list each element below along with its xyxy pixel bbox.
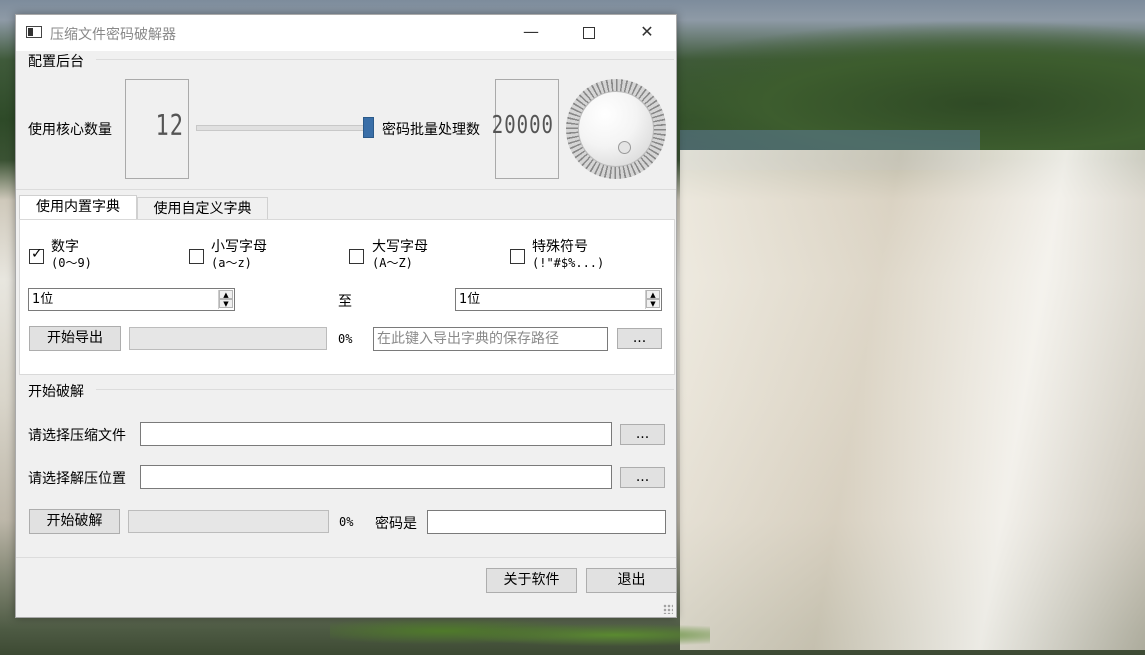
extract-label: 请选择解压位置 bbox=[28, 471, 126, 487]
title-bar[interactable]: 压缩文件密码破解器 — ✕ bbox=[16, 15, 676, 51]
uppercase-label: 大写字母 bbox=[372, 239, 428, 255]
digits-label: 数字 bbox=[51, 239, 79, 255]
crack-group-divider bbox=[96, 389, 674, 390]
checkbox-uppercase-label[interactable]: 大写字母 (A～Z) bbox=[372, 239, 428, 271]
maximize-icon bbox=[583, 26, 595, 39]
export-progress-bar bbox=[129, 327, 327, 350]
close-button[interactable]: ✕ bbox=[618, 15, 676, 49]
spin-down-icon[interactable]: ▼ bbox=[219, 299, 233, 308]
footer-divider bbox=[16, 557, 676, 558]
max-length-spinbox[interactable]: 1位 ▲ ▼ bbox=[455, 288, 662, 311]
start-export-button[interactable]: 开始导出 bbox=[29, 326, 121, 351]
cores-label: 使用核心数量 bbox=[28, 122, 112, 138]
archive-path-input[interactable] bbox=[140, 422, 612, 446]
min-length-value: 1位 bbox=[32, 292, 54, 307]
export-browse-button[interactable]: ... bbox=[617, 328, 662, 349]
archive-browse-button[interactable]: ... bbox=[620, 424, 665, 445]
dial-knob bbox=[578, 91, 654, 167]
crack-group-title: 开始破解 bbox=[28, 384, 84, 400]
export-progress-percent: 0% bbox=[338, 332, 353, 346]
cores-slider-handle[interactable] bbox=[363, 117, 374, 138]
crack-progress-percent: 0% bbox=[339, 515, 354, 529]
tab-custom-dict[interactable]: 使用自定义字典 bbox=[137, 197, 268, 221]
symbols-label: 特殊符号 bbox=[532, 239, 588, 255]
background-waterfall bbox=[680, 150, 1145, 650]
main-window: 压缩文件密码破解器 — ✕ 配置后台 使用核心数量 12 密码批量处理数 200… bbox=[15, 14, 677, 618]
min-length-spinbox[interactable]: 1位 ▲ ▼ bbox=[28, 288, 235, 311]
password-label: 密码是 bbox=[375, 516, 417, 532]
lowercase-label: 小写字母 bbox=[211, 239, 267, 255]
extract-path-input[interactable] bbox=[140, 465, 612, 489]
window-title: 压缩文件密码破解器 bbox=[50, 27, 176, 43]
checkbox-uppercase[interactable] bbox=[349, 249, 364, 264]
digits-range: (0～9) bbox=[51, 256, 92, 270]
cores-lcd: 12 bbox=[125, 79, 189, 179]
config-group-title: 配置后台 bbox=[28, 54, 84, 70]
password-result-field[interactable] bbox=[427, 510, 666, 534]
batch-dial[interactable] bbox=[566, 79, 666, 179]
batch-label: 密码批量处理数 bbox=[382, 122, 480, 138]
spin-up-icon[interactable]: ▲ bbox=[219, 290, 233, 299]
exit-button[interactable]: 退出 bbox=[586, 568, 677, 593]
length-range-to: 至 bbox=[338, 294, 352, 310]
crack-progress-bar bbox=[128, 510, 329, 533]
checkbox-digits-label[interactable]: 数字 (0～9) bbox=[51, 239, 92, 271]
batch-value: 20000 bbox=[491, 110, 554, 140]
start-crack-button[interactable]: 开始破解 bbox=[29, 509, 120, 534]
checkbox-symbols-label[interactable]: 特殊符号 (!"#$%...) bbox=[532, 239, 604, 271]
checkbox-symbols[interactable] bbox=[510, 249, 525, 264]
background-leaves bbox=[330, 615, 710, 655]
section-divider bbox=[16, 189, 676, 190]
extract-browse-button[interactable]: ... bbox=[620, 467, 665, 488]
dial-indicator bbox=[618, 141, 631, 154]
uppercase-range: (A～Z) bbox=[372, 256, 413, 270]
tab-builtin-dict[interactable]: 使用内置字典 bbox=[19, 195, 137, 221]
spin-up-icon[interactable]: ▲ bbox=[646, 290, 660, 299]
spin-down-icon[interactable]: ▼ bbox=[646, 299, 660, 308]
min-length-stepper[interactable]: ▲ ▼ bbox=[218, 290, 233, 309]
max-length-value: 1位 bbox=[459, 292, 481, 307]
symbols-range: (!"#$%...) bbox=[532, 256, 605, 270]
lowercase-range: (a～z) bbox=[211, 256, 252, 270]
maximize-button[interactable] bbox=[560, 15, 618, 49]
checkbox-digits[interactable] bbox=[29, 246, 44, 264]
app-icon bbox=[26, 26, 42, 38]
max-length-stepper[interactable]: ▲ ▼ bbox=[645, 290, 660, 309]
cores-value: 12 bbox=[155, 110, 184, 143]
checkbox-lowercase-label[interactable]: 小写字母 (a～z) bbox=[211, 239, 267, 271]
cores-slider-track[interactable] bbox=[196, 125, 370, 131]
batch-lcd: 20000 bbox=[491, 79, 559, 179]
config-group-divider bbox=[96, 59, 674, 60]
export-path-input[interactable]: 在此键入导出字典的保存路径 bbox=[373, 327, 608, 351]
checkbox-lowercase[interactable] bbox=[189, 249, 204, 264]
minimize-button[interactable]: — bbox=[502, 15, 560, 49]
about-button[interactable]: 关于软件 bbox=[486, 568, 577, 593]
archive-label: 请选择压缩文件 bbox=[28, 428, 126, 444]
resize-grip-icon[interactable] bbox=[663, 604, 673, 614]
